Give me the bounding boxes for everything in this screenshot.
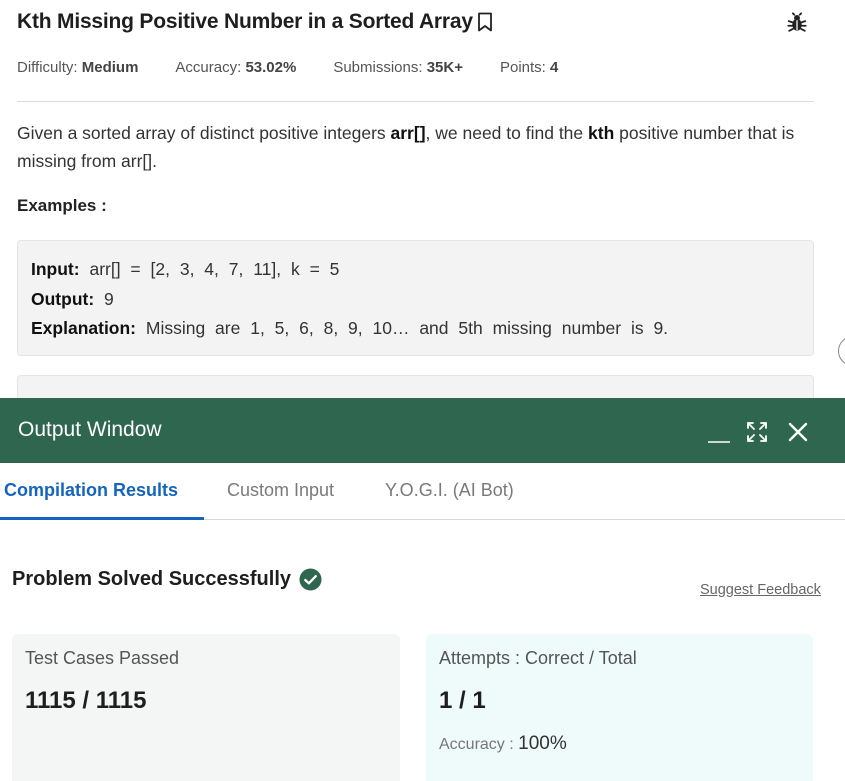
points-value: 4: [550, 59, 559, 76]
active-tab-indicator: [0, 517, 204, 520]
example-1: Input: arr[] = [2, 3, 4, 7, 11], k = 5 O…: [17, 240, 814, 356]
test-cases-card: Test Cases Passed 1115 / 1115: [12, 634, 400, 781]
example-output: Output: 9: [31, 288, 114, 309]
example-input: Input: arr[] = [2, 3, 4, 7, 11], k = 5: [31, 259, 340, 279]
points: Points: 4: [499, 59, 559, 76]
output-window: Output Window Compilation Results Custom…: [0, 398, 845, 781]
example-2: [17, 375, 814, 398]
test-cases-label: Test Cases Passed: [25, 648, 180, 668]
difficulty-value: Medium: [81, 59, 139, 76]
tab-custom-input[interactable]: Custom Input: [227, 480, 334, 501]
attempts-accuracy: Accuracy : 100%: [439, 733, 567, 754]
tab-yogi-ai-bot[interactable]: Y.O.G.I. (AI Bot): [385, 480, 514, 501]
attempts-label: Attempts : Correct / Total: [439, 648, 637, 668]
examples-heading: Examples :: [17, 196, 107, 215]
bug-icon[interactable]: [786, 12, 808, 34]
status-row: Problem Solved Successfully: [12, 568, 322, 591]
attempts-accuracy-value: 100%: [518, 733, 567, 754]
check-circle-icon: [299, 568, 322, 591]
problem-meta: Difficulty: Medium Accuracy: 53.02% Subm…: [17, 59, 595, 76]
problem-description: Given a sorted array of distinct positiv…: [17, 123, 795, 171]
output-window-header: Output Window: [0, 398, 845, 463]
status-message: Problem Solved Successfully: [12, 568, 291, 590]
difficulty: Difficulty: Medium: [17, 59, 139, 76]
divider: [17, 101, 814, 102]
example-explanation: Explanation: Missing are 1, 5, 6, 8, 9, …: [31, 318, 669, 338]
submissions: Submissions: 35K+: [333, 59, 463, 76]
bookmark-icon[interactable]: [477, 12, 493, 32]
attempts-card: Attempts : Correct / Total 1 / 1 Accurac…: [426, 634, 813, 781]
attempts-value: 1 / 1: [439, 687, 486, 714]
output-window-title: Output Window: [18, 418, 162, 441]
accuracy-value: 53.02%: [245, 59, 297, 76]
title-row: Kth Missing Positive Number in a Sorted …: [17, 10, 493, 34]
problem-title: Kth Missing Positive Number in a Sorted …: [17, 10, 473, 33]
close-icon[interactable]: [786, 420, 810, 444]
output-tabs: Compilation Results Custom Input Y.O.G.I…: [0, 463, 845, 520]
suggest-feedback-link[interactable]: Suggest Feedback: [700, 582, 821, 598]
tab-compilation-results[interactable]: Compilation Results: [4, 480, 178, 501]
submissions-value: 35K+: [426, 59, 463, 76]
minimize-icon[interactable]: [707, 420, 731, 444]
accuracy: Accuracy: 53.02%: [175, 59, 297, 76]
problem-panel: Kth Missing Positive Number in a Sorted …: [0, 0, 845, 398]
test-cases-value: 1115 / 1115: [25, 687, 147, 714]
side-scroll-button[interactable]: [838, 336, 845, 366]
maximize-icon[interactable]: [745, 420, 769, 444]
